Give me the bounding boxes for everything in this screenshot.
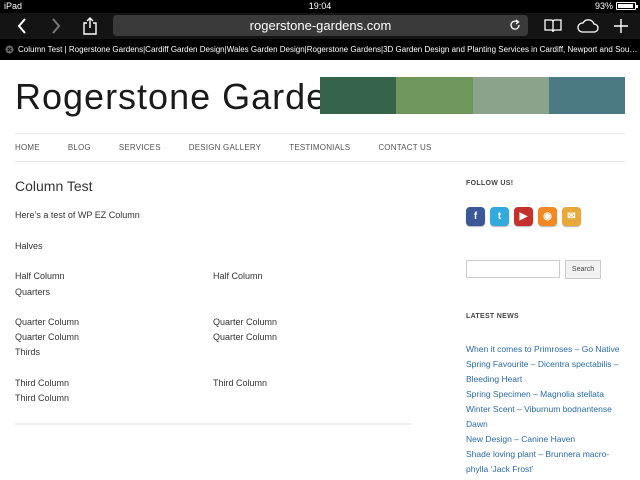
quarter-column-4: Quarter Column — [213, 332, 278, 342]
book-icon — [544, 19, 562, 33]
news-link[interactable]: Shade loving plant – Brunnera macro- — [466, 447, 636, 462]
quarter-column-2: Quarter Column — [213, 317, 278, 327]
reload-icon[interactable] — [508, 18, 522, 32]
third-column-3: Third Column — [15, 393, 70, 403]
url-text: rogerstone-gardens.com — [249, 18, 392, 33]
news-link[interactable]: Dawn — [466, 417, 636, 432]
nav-home[interactable]: HOME — [15, 143, 40, 152]
web-page: Rogerstone Gardens HOME BLOG SERVICES DE… — [0, 60, 640, 480]
plus-icon — [614, 19, 628, 33]
page-title: Column Test — [15, 178, 93, 194]
main-content: Column Test Here’s a test of WP EZ Colum… — [15, 178, 411, 403]
swatch-3 — [472, 77, 549, 114]
news-link[interactable]: Bleeding Heart — [466, 372, 636, 387]
close-tab-icon[interactable] — [4, 45, 14, 55]
new-tab-button[interactable] — [609, 13, 633, 39]
battery-icon — [616, 2, 638, 10]
intro-text: Here’s a test of WP EZ Column — [15, 210, 140, 220]
bookmarks-button[interactable] — [541, 13, 565, 39]
quarter-column-3: Quarter Column — [15, 332, 80, 342]
third-column-2: Third Column — [213, 378, 268, 388]
back-button[interactable] — [10, 13, 34, 39]
news-link[interactable]: New Design – Canine Haven — [466, 432, 636, 447]
nav-divider-bottom — [15, 161, 625, 162]
chevron-left-icon — [17, 18, 26, 34]
tab-bar: Column Test | Rogerstone Gardens|Cardiff… — [0, 39, 640, 60]
nav-blog[interactable]: BLOG — [68, 143, 91, 152]
half-column-left: Half Column — [15, 271, 65, 281]
news-link[interactable]: phylla ‘Jack Frost’ — [466, 462, 636, 477]
thirds-heading: Thirds — [15, 347, 41, 357]
icloud-tabs-button[interactable] — [576, 13, 600, 39]
swatch-1 — [320, 77, 397, 114]
nav-design-gallery[interactable]: DESIGN GALLERY — [189, 143, 261, 152]
latest-news-title: LATEST NEWS — [466, 313, 519, 320]
chevron-right-icon — [52, 18, 61, 34]
latest-news-list: When it comes to Primroses – Go Native S… — [466, 342, 636, 477]
status-time: 19:04 — [308, 1, 332, 11]
news-link[interactable]: Winter Scent – Viburnum bodnantense — [466, 402, 636, 417]
nav-services[interactable]: SERVICES — [119, 143, 161, 152]
nav-contact-us[interactable]: CONTACT US — [378, 143, 431, 152]
news-link[interactable]: When it comes to Primroses – Go Native — [466, 342, 636, 357]
main-nav: HOME BLOG SERVICES DESIGN GALLERY TESTIM… — [15, 134, 460, 161]
swatch-2 — [396, 77, 473, 114]
email-icon[interactable]: ✉ — [562, 207, 581, 226]
status-bar: iPad 19:04 93% — [0, 0, 640, 13]
half-column-right: Half Column — [213, 271, 263, 281]
forward-button[interactable] — [44, 13, 68, 39]
content-divider — [15, 423, 411, 425]
youtube-icon[interactable]: ▶ — [514, 207, 533, 226]
rss-icon[interactable]: ◉ — [538, 207, 557, 226]
cloud-icon — [577, 19, 599, 33]
follow-us-title: FOLLOW US! — [466, 180, 514, 187]
news-link[interactable]: Spring Favourite – Dicentra spectabilis … — [466, 357, 636, 372]
quarters-heading: Quarters — [15, 287, 51, 297]
share-button[interactable] — [78, 13, 102, 39]
tab-title[interactable]: Column Test | Rogerstone Gardens|Cardiff… — [18, 45, 638, 54]
battery-status: 93% — [594, 1, 638, 11]
share-icon — [83, 17, 97, 35]
social-icons: f t ▶ ◉ ✉ — [466, 207, 581, 226]
quarter-column-1: Quarter Column — [15, 317, 80, 327]
search-button[interactable]: Search — [565, 260, 601, 279]
nav-testimonials[interactable]: TESTIMONIALS — [289, 143, 350, 152]
battery-percent: 93% — [594, 1, 613, 11]
search-input[interactable] — [466, 260, 560, 278]
browser-toolbar: rogerstone-gardens.com — [0, 13, 640, 39]
site-logo[interactable]: Rogerstone Gardens — [15, 76, 367, 118]
twitter-icon[interactable]: t — [490, 207, 509, 226]
halves-heading: Halves — [15, 241, 43, 251]
address-bar[interactable]: rogerstone-gardens.com — [113, 15, 528, 36]
facebook-icon[interactable]: f — [466, 207, 485, 226]
news-link[interactable]: Spring Specimen – Magnolia stellata — [466, 387, 636, 402]
swatch-4 — [548, 77, 625, 114]
third-column-1: Third Column — [15, 378, 70, 388]
header-color-swatches — [320, 77, 625, 114]
